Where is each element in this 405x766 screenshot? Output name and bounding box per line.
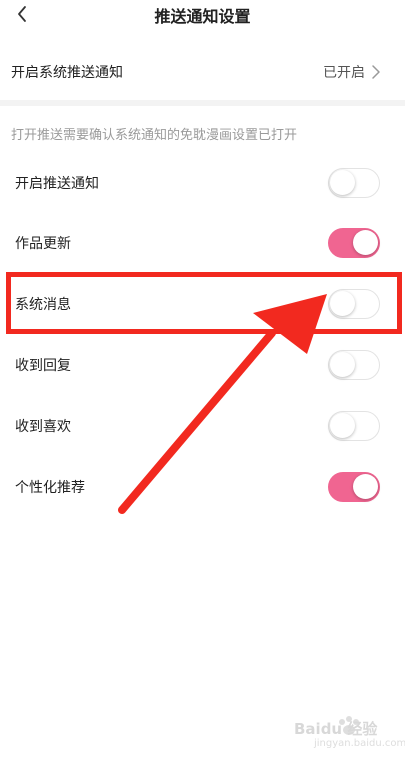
- push-toggle[interactable]: [328, 168, 380, 198]
- toggle-label: 作品更新: [15, 236, 71, 252]
- chevron-right-icon: [372, 65, 380, 79]
- push-hint-text: 打开推送需要确认系统通知的免耽漫画设置已打开: [11, 128, 298, 143]
- toggle-knob: [330, 413, 355, 438]
- like-toggle[interactable]: [328, 411, 380, 441]
- recommend-toggle[interactable]: [328, 472, 380, 502]
- updates-toggle[interactable]: [328, 228, 380, 258]
- toggle-row-reply: 收到回复: [0, 341, 405, 389]
- toggle-label: 收到喜欢: [15, 419, 71, 435]
- chevron-left-icon: [18, 6, 26, 22]
- toggle-knob: [330, 170, 355, 195]
- watermark-subtext: jingyan.baidu.com: [314, 738, 405, 749]
- toggle-row-updates: 作品更新: [0, 219, 405, 267]
- reply-toggle[interactable]: [328, 350, 380, 380]
- header-bar: 推送通知设置: [0, 0, 405, 30]
- toggle-row-push: 开启推送通知: [0, 159, 405, 207]
- toggle-knob: [353, 474, 378, 499]
- toggle-knob: [330, 352, 355, 377]
- toggle-knob: [330, 291, 355, 316]
- system-push-status: 已开启: [323, 65, 365, 81]
- toggle-row-system: 系统消息: [0, 280, 405, 328]
- toggle-label: 开启推送通知: [15, 176, 99, 192]
- toggle-label: 系统消息: [15, 297, 71, 313]
- watermark-text: Baidu 经验: [294, 720, 378, 738]
- toggle-label: 收到回复: [15, 358, 71, 374]
- toggle-row-recommend: 个性化推荐: [0, 463, 405, 511]
- toggle-knob: [353, 230, 378, 255]
- section-divider: [0, 100, 405, 106]
- toggle-row-like: 收到喜欢: [0, 402, 405, 450]
- watermark: Baidu 经验 jingyan.baidu.com: [290, 712, 405, 756]
- system-push-label: 开启系统推送通知: [11, 65, 123, 81]
- toggle-label: 个性化推荐: [15, 480, 85, 496]
- back-button[interactable]: [10, 2, 34, 26]
- system-message-toggle[interactable]: [328, 289, 380, 319]
- system-push-row[interactable]: 开启系统推送通知 已开启: [0, 50, 405, 94]
- page-title: 推送通知设置: [154, 7, 251, 26]
